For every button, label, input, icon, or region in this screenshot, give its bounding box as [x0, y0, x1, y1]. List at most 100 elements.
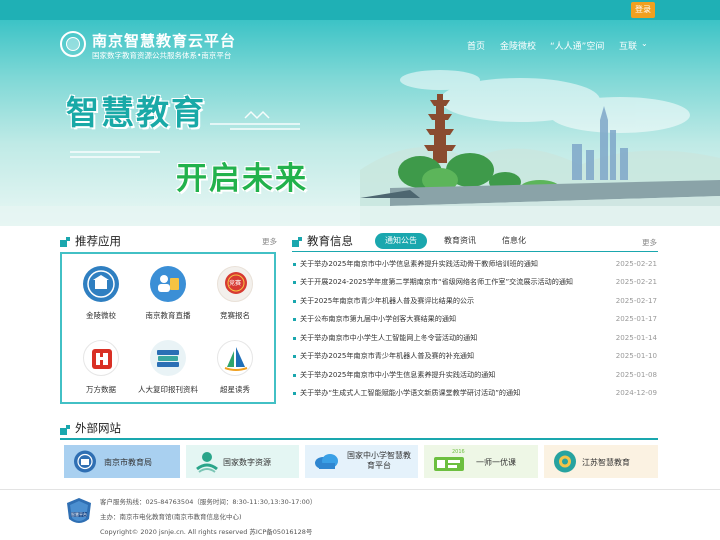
news-divider [292, 251, 658, 252]
footer-divider [0, 489, 720, 490]
bullet [293, 300, 296, 303]
slogan-line1: 智慧教育 [66, 93, 206, 132]
nav-interconnect[interactable]: 互联 [619, 39, 637, 52]
news-title: 关于举办2025年南京市青少年机器人普及赛的补充通知 [300, 351, 475, 360]
news-title: 关于举办“生成式人工智能赋能小学语文新质课堂教学研讨活动”的通知 [300, 388, 521, 397]
app-label: 超星读秀 [220, 385, 250, 394]
hero-banner: 南京智慧教育云平台 国家数字教育资源公共服务体系•南京平台 首页 金陵微校 “人… [0, 20, 720, 226]
footer-logo-text: 智慧平台 [71, 512, 87, 517]
bullet [293, 355, 296, 358]
national-digital-resource-icon [194, 449, 220, 474]
tab-education-news[interactable]: 教育资讯 [438, 233, 482, 249]
news-item[interactable]: 关于开展2024-2025学年度第二学期南京市“省级网络名师工作室”交流展示活动… [293, 276, 657, 290]
bullet [293, 318, 296, 321]
app-competition-signup[interactable]: 竞赛 竞赛报名 [202, 266, 268, 334]
wanfang-icon [83, 340, 119, 376]
news-item[interactable]: 关于举办“生成式人工智能赋能小学语文新质课堂教学研讨活动”的通知 2024-12… [293, 387, 657, 401]
app-wanfang[interactable]: 万方数据 [68, 340, 134, 408]
bullet [293, 281, 296, 284]
news-date: 2025-02-21 [615, 277, 657, 286]
jinling-weixiao-icon [83, 266, 119, 302]
live-broadcast-icon [150, 266, 186, 302]
brand-logo[interactable] [60, 31, 86, 57]
books-stack-icon [150, 340, 186, 376]
footer-hotline: 客户服务热线：025-84763504（服务时间：8:30-11:30,13:3… [100, 498, 317, 506]
external-link-one-teacher[interactable]: 2016 一师一优课 [424, 445, 538, 478]
apps-section-title: 推荐应用 [75, 234, 121, 248]
bullet [293, 337, 296, 340]
external-section-title: 外部网站 [75, 421, 121, 435]
external-label: 国家中小学智慧教育平台 [347, 451, 411, 470]
apps-more-link[interactable]: 更多 [262, 236, 277, 247]
news-more-link[interactable]: 更多 [642, 237, 657, 248]
nav-home[interactable]: 首页 [467, 39, 485, 52]
footer-logo: 智慧平台 [66, 497, 92, 527]
news-item[interactable]: 关于举办2025年南京市青少年机器人普及赛的补充通知 2025-01-10 [293, 350, 657, 364]
news-item[interactable]: 关于举办2025年南京市中小学信息素养提升实践活动骨干教师培训班的通知 2025… [293, 258, 657, 272]
external-label: 江苏智慧教育 [582, 458, 630, 467]
brand-title[interactable]: 南京智慧教育云平台 [92, 30, 236, 51]
app-renda-fuyin[interactable]: 人大复印报刊资料 [135, 340, 201, 408]
one-teacher-one-lesson-icon: 2016 [432, 449, 466, 474]
app-label: 竞赛报名 [220, 311, 250, 320]
news-section-title: 教育信息 [307, 234, 353, 248]
external-label: 南京市教育局 [104, 458, 152, 467]
apps-panel: 金陵微校 南京教育直播 竞赛 竞赛报名 万方数据 人大复印报刊资料 超星读秀 [60, 252, 276, 404]
footer-copyright: Copyright© 2020 jsnje.cn. All rights res… [100, 528, 313, 536]
chaoxing-sail-icon [217, 340, 253, 376]
news-date: 2025-01-08 [615, 370, 657, 379]
news-item[interactable]: 关于举办2025年南京市中小学生信息素养提升实践活动的通知 2025-01-08 [293, 369, 657, 383]
external-link-jiangsu-smart-edu[interactable]: 江苏智慧教育 [544, 445, 658, 478]
external-divider [60, 438, 658, 440]
competition-badge-icon: 竞赛 [217, 266, 253, 302]
jiangsu-smart-education-icon [552, 449, 578, 474]
news-date: 2025-02-21 [615, 259, 657, 268]
app-label: 人大复印报刊资料 [138, 385, 198, 394]
external-link-nanjing-bureau[interactable]: 南京市教育局 [64, 445, 180, 478]
tab-notice[interactable]: 通知公告 [375, 233, 427, 249]
news-title: 关于公布南京市第九届中小学创客大赛结果的通知 [300, 314, 457, 323]
bullet [293, 374, 296, 377]
news-date: 2025-02-17 [615, 296, 657, 305]
external-link-national-digital[interactable]: 国家数字资源 [186, 445, 299, 478]
news-title: 关于2025年南京市青少年机器人普及赛评比结果的公示 [300, 296, 475, 305]
news-title: 关于举办南京市中小学生人工智能网上冬令营活动的通知 [300, 333, 478, 342]
chevron-down-icon[interactable]: ⌄ [641, 39, 648, 48]
nanjing-education-bureau-icon [72, 449, 98, 474]
footer-sponsor: 主办：南京市电化教育馆(南京市教育信息化中心) [100, 513, 242, 521]
year-badge: 2016 [452, 449, 465, 455]
nav-renrentong-space[interactable]: “人人通”空间 [550, 39, 604, 52]
news-date: 2025-01-17 [615, 314, 657, 323]
news-date: 2024-12-09 [615, 388, 657, 397]
nav-jinling-weixiao[interactable]: 金陵微校 [500, 39, 536, 52]
external-label: 一师一优课 [476, 458, 516, 467]
bullet [293, 392, 296, 395]
top-bar [0, 0, 720, 20]
login-button[interactable]: 登录 [631, 2, 655, 18]
brand-subtitle: 国家数字教育资源公共服务体系•南京平台 [92, 51, 232, 60]
news-item[interactable]: 关于2025年南京市青少年机器人普及赛评比结果的公示 2025-02-17 [293, 295, 657, 309]
app-label: 南京教育直播 [145, 311, 191, 320]
tab-informatization[interactable]: 信息化 [496, 233, 532, 249]
news-item[interactable]: 关于举办南京市中小学生人工智能网上冬令营活动的通知 2025-01-14 [293, 332, 657, 346]
news-date: 2025-01-14 [615, 333, 657, 342]
app-jinling-weixiao[interactable]: 金陵微校 [68, 266, 134, 334]
news-date: 2025-01-10 [615, 351, 657, 360]
cloud-platform-icon [313, 449, 339, 474]
app-label: 万方数据 [86, 385, 116, 394]
news-title: 关于举办2025年南京市中小学生信息素养提升实践活动的通知 [300, 370, 496, 379]
app-nanjing-live[interactable]: 南京教育直播 [135, 266, 201, 334]
section-icon [60, 425, 70, 435]
section-icon [292, 237, 302, 247]
competition-badge-text: 竞赛 [229, 280, 242, 287]
external-label: 国家数字资源 [223, 458, 271, 467]
news-item[interactable]: 关于公布南京市第九届中小学创客大赛结果的通知 2025-01-17 [293, 313, 657, 327]
section-icon [60, 237, 70, 247]
news-title: 关于开展2024-2025学年度第二学期南京市“省级网络名师工作室”交流展示活动… [300, 277, 574, 286]
app-label: 金陵微校 [86, 311, 116, 320]
app-chaoxing-duxiu[interactable]: 超星读秀 [202, 340, 268, 408]
bullet [293, 263, 296, 266]
external-link-national-smart-edu[interactable]: 国家中小学智慧教育平台 [305, 445, 418, 478]
news-title: 关于举办2025年南京市中小学信息素养提升实践活动骨干教师培训班的通知 [300, 259, 538, 268]
slogan-line2: 开启未来 [176, 161, 308, 197]
